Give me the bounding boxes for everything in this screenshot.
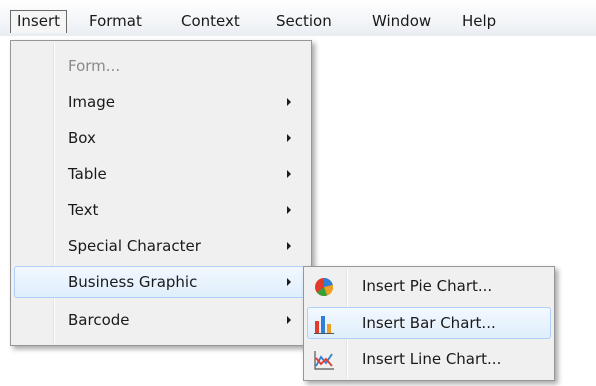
pie-chart-icon [315,277,334,296]
menu-item-label: Form... [68,57,121,75]
menu-item-label: Business Graphic [68,273,198,291]
submenu-arrow-icon [287,170,291,178]
insert-menu: Form... Image Box Table Text Special Cha… [10,40,312,346]
submenu-arrow-icon [287,98,291,106]
menu-item-insert-bar-chart[interactable]: Insert Bar Chart... [307,307,551,339]
menu-item-text[interactable]: Text [14,194,308,226]
submenu-arrow-icon [287,278,291,286]
menu-item-label: Insert Line Chart... [362,350,502,368]
submenu-arrow-icon [287,316,291,324]
menu-item-label: Insert Bar Chart... [362,314,496,332]
menu-context[interactable]: Context [181,10,240,32]
line-chart-icon [314,351,334,370]
menu-item-special-character[interactable]: Special Character [14,230,308,262]
menu-item-label: Text [68,201,99,219]
menu-item-label: Image [68,93,115,111]
menu-item-insert-pie-chart[interactable]: Insert Pie Chart... [307,270,551,302]
menu-item-label: Table [68,165,107,183]
menu-item-label: Special Character [68,237,201,255]
menu-item-insert-line-chart[interactable]: Insert Line Chart... [307,343,551,375]
business-graphic-submenu: Insert Pie Chart... Insert Bar Chart... … [303,266,555,381]
submenu-arrow-icon [287,206,291,214]
menu-window[interactable]: Window [372,10,431,32]
menu-item-image[interactable]: Image [14,86,308,118]
submenu-arrow-icon [287,134,291,142]
menu-section[interactable]: Section [276,10,332,32]
submenu-arrow-icon [287,242,291,250]
menu-item-form: Form... [14,50,308,82]
menu-insert[interactable]: Insert [10,10,68,33]
bar-chart-icon [314,316,334,334]
menu-item-label: Insert Pie Chart... [362,277,493,295]
menu-format[interactable]: Format [89,10,142,32]
menu-item-table[interactable]: Table [14,158,308,190]
menu-item-label: Barcode [68,311,130,329]
menu-item-label: Box [68,129,96,147]
menu-item-box[interactable]: Box [14,122,308,154]
menu-item-barcode[interactable]: Barcode [14,304,308,336]
menu-help[interactable]: Help [462,10,496,32]
menu-bar: Insert Format Context Section Window Hel… [0,0,596,36]
menu-item-business-graphic[interactable]: Business Graphic [14,266,308,298]
